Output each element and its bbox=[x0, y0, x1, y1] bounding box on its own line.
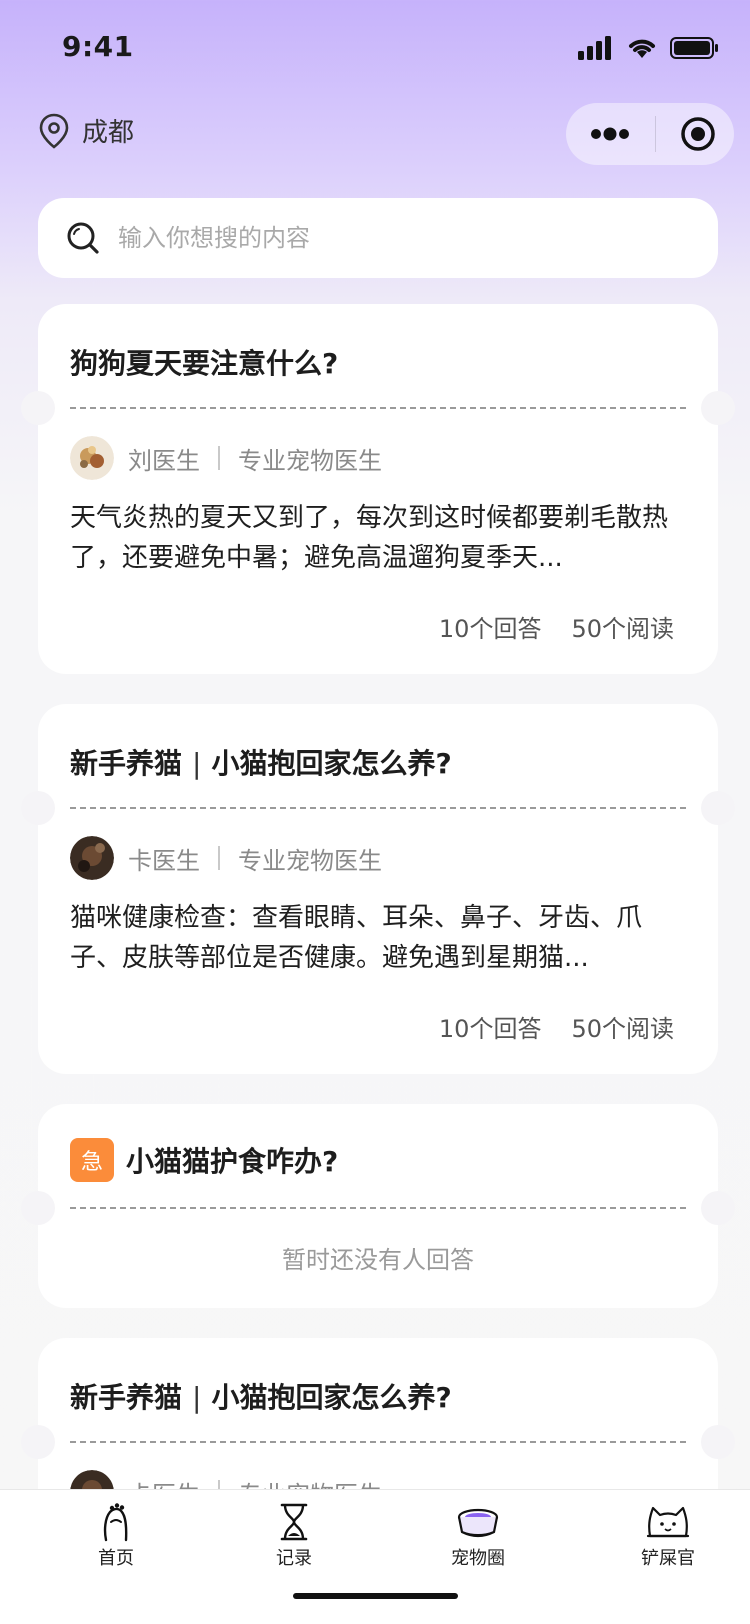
author-separator bbox=[218, 446, 220, 470]
title-separator: | bbox=[192, 1381, 202, 1414]
post-title-part: 小猫抱回家怎么养? bbox=[211, 747, 452, 780]
battery-icon bbox=[670, 37, 718, 59]
tab-label: 铲屎官 bbox=[641, 1548, 695, 1569]
read-count: 50个阅读 bbox=[571, 1015, 674, 1043]
card-divider bbox=[70, 1441, 686, 1443]
avatar bbox=[70, 836, 114, 880]
post-card[interactable]: 急 小猫猫护食咋办? 暂时还没有人回答 bbox=[21, 1104, 735, 1308]
card-divider bbox=[70, 1207, 686, 1209]
answer-count: 10个回答 bbox=[438, 615, 542, 643]
tab-label: 记录 bbox=[276, 1548, 312, 1569]
card-notch bbox=[21, 1191, 55, 1225]
more-dots-icon[interactable] bbox=[590, 127, 630, 141]
tab-home[interactable]: 首页 bbox=[56, 1502, 176, 1570]
location-label: 成都 bbox=[82, 118, 135, 148]
avatar bbox=[70, 436, 114, 480]
card-notch bbox=[21, 791, 55, 825]
post-title-part: 小猫抱回家怎么养? bbox=[211, 1381, 452, 1414]
tab-owner[interactable]: 铲屎官 bbox=[608, 1502, 728, 1570]
card-notch bbox=[21, 391, 55, 425]
tab-bar: 首页 记录 宠物圈 铲屎官 bbox=[0, 1489, 750, 1624]
cat-face-icon bbox=[646, 1506, 690, 1538]
title-separator: | bbox=[192, 747, 202, 780]
card-notch bbox=[701, 1425, 735, 1459]
answer-count: 10个回答 bbox=[438, 1015, 542, 1043]
search-bar[interactable] bbox=[38, 198, 718, 278]
tab-pet-circle[interactable]: 宠物圈 bbox=[418, 1502, 538, 1570]
card-notch bbox=[701, 1191, 735, 1225]
post-title: 小猫猫护食咋办? bbox=[126, 1145, 339, 1178]
card-notch bbox=[701, 791, 735, 825]
location-selector[interactable]: 成都 bbox=[38, 112, 134, 149]
author-role: 专业宠物医生 bbox=[238, 846, 382, 875]
read-count: 50个阅读 bbox=[571, 615, 674, 643]
author-name: 刘医生 bbox=[128, 446, 200, 475]
post-excerpt: 猫咪健康检查：查看眼睛、耳朵、鼻子、牙齿、爪子、皮肤等部位是否健康。避免遇到星期… bbox=[70, 903, 643, 973]
tab-records[interactable]: 记录 bbox=[234, 1502, 354, 1570]
post-title: 狗狗夏天要注意什么? bbox=[70, 347, 339, 380]
post-author[interactable]: 卡医生 专业宠物医生 bbox=[70, 836, 382, 880]
post-card[interactable]: 新手养猫 | 小猫抱回家怎么养? 卡医生 专业宠物医生 猫咪健康检查：查看眼睛、耳朵… bbox=[21, 704, 735, 1074]
hourglass-icon bbox=[280, 1503, 308, 1541]
tab-label: 宠物圈 bbox=[451, 1548, 505, 1569]
urgent-badge: 急 bbox=[70, 1138, 114, 1182]
author-name: 卡医生 bbox=[128, 846, 200, 875]
paw-hand-icon bbox=[103, 1503, 128, 1542]
pet-bowl-icon bbox=[457, 1508, 499, 1538]
signal-icon bbox=[578, 36, 611, 60]
empty-answers-text: 暂时还没有人回答 bbox=[282, 1246, 474, 1274]
card-notch bbox=[701, 391, 735, 425]
author-separator bbox=[218, 846, 220, 870]
wifi-icon bbox=[629, 39, 655, 58]
post-card[interactable]: 狗狗夏天要注意什么? 刘医生 专业宠物医生 天气炎热的夏天又到了，每次到这时候都… bbox=[21, 304, 735, 674]
location-pin-icon bbox=[39, 113, 69, 149]
status-time: 9:41 bbox=[62, 30, 134, 63]
home-indicator bbox=[293, 1593, 458, 1599]
post-title-part: 新手养猫 bbox=[70, 747, 183, 780]
post-excerpt: 天气炎热的夏天又到了，每次到这时候都要剃毛散热了，还要避免中暑；避免高温遛狗夏季… bbox=[70, 503, 669, 573]
target-circle-icon[interactable] bbox=[680, 116, 716, 152]
card-notch bbox=[21, 1425, 55, 1459]
capsule-divider bbox=[654, 116, 656, 152]
search-input[interactable] bbox=[118, 224, 678, 252]
card-divider bbox=[70, 407, 686, 409]
search-icon bbox=[67, 222, 99, 254]
post-title: 新手养猫 | 小猫抱回家怎么养? bbox=[70, 1376, 452, 1416]
miniprogram-capsule bbox=[566, 103, 734, 165]
post-title: 新手养猫 | 小猫抱回家怎么养? bbox=[70, 742, 452, 782]
card-divider bbox=[70, 807, 686, 809]
post-title-part: 新手养猫 bbox=[70, 1381, 183, 1414]
tab-label: 首页 bbox=[98, 1548, 134, 1569]
status-icons bbox=[578, 36, 720, 60]
post-author[interactable]: 刘医生 专业宠物医生 bbox=[70, 436, 382, 480]
author-role: 专业宠物医生 bbox=[238, 446, 382, 475]
